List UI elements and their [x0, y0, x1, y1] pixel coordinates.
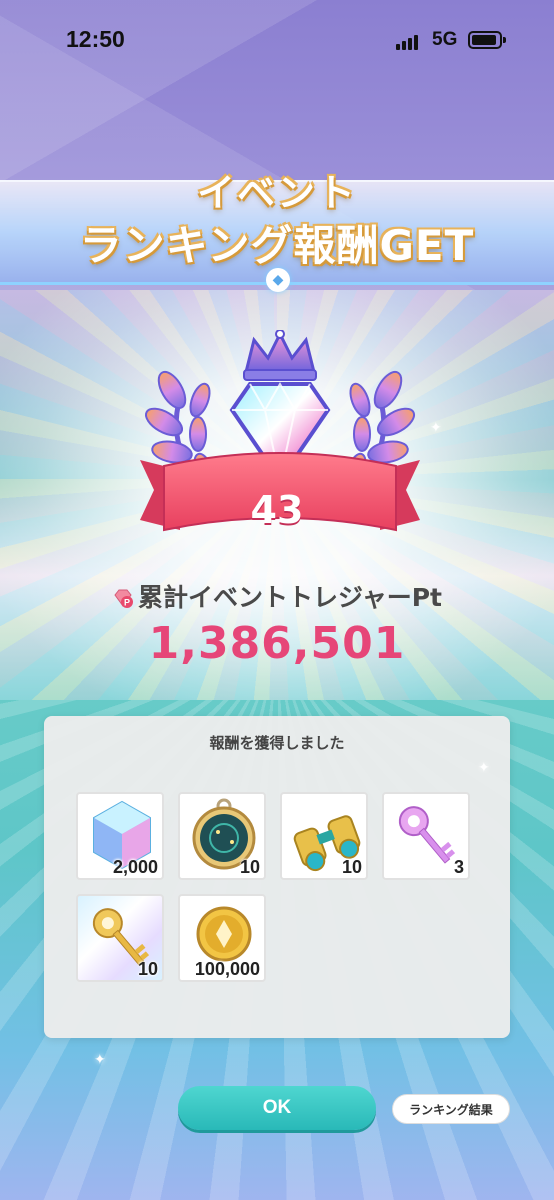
- sparkle-decoration: ✦: [478, 760, 490, 776]
- reward-qty: 3: [453, 857, 464, 877]
- status-time: 12:50: [66, 26, 125, 52]
- reward-qty: 100,000: [194, 959, 260, 979]
- ranking-result-button[interactable]: ランキング結果: [392, 1094, 510, 1124]
- points-label: 累計イベントトレジャーPt: [137, 583, 443, 612]
- sparkle-decoration: ✦: [94, 1052, 106, 1068]
- reward-item-pink-key[interactable]: 3: [382, 792, 470, 880]
- reward-item-pocket-watch[interactable]: 10: [178, 792, 266, 880]
- reward-item-binoculars[interactable]: 10: [280, 792, 368, 880]
- reward-qty: 10: [239, 857, 260, 877]
- rank-number: 43: [250, 488, 304, 532]
- reward-qty: 10: [341, 857, 362, 877]
- network-label: 5G: [432, 29, 458, 50]
- signal-icon: [396, 34, 422, 50]
- diamond-icon: ◆: [266, 268, 290, 292]
- battery-icon: [468, 31, 506, 49]
- reward-qty: 2,000: [112, 857, 158, 877]
- svg-text:P: P: [124, 598, 130, 608]
- rewards-panel: 報酬を獲得しました 2,000 10 10 3 10 100,000: [44, 716, 510, 1038]
- reward-item-crystal[interactable]: 2,000: [76, 792, 164, 880]
- sparkle-decoration: ✦: [430, 420, 442, 436]
- reward-item-gold-coin[interactable]: 100,000: [178, 894, 266, 982]
- reward-item-gold-key[interactable]: 10: [76, 894, 164, 982]
- page-title-line2: ランキング報酬GET: [79, 221, 475, 270]
- points-value: 1,386,501: [148, 618, 406, 669]
- crown-icon: [243, 330, 317, 381]
- ok-button[interactable]: OK: [178, 1086, 376, 1130]
- treasure-pt-icon: P: [114, 589, 133, 608]
- rewards-title: 報酬を獲得しました: [209, 734, 345, 752]
- reward-qty: 10: [137, 959, 158, 979]
- status-bar: 12:50 5G: [0, 0, 554, 80]
- page-title-line1: イベント: [196, 171, 357, 215]
- points-label-row: P 累計イベントトレジャーPt: [0, 578, 554, 614]
